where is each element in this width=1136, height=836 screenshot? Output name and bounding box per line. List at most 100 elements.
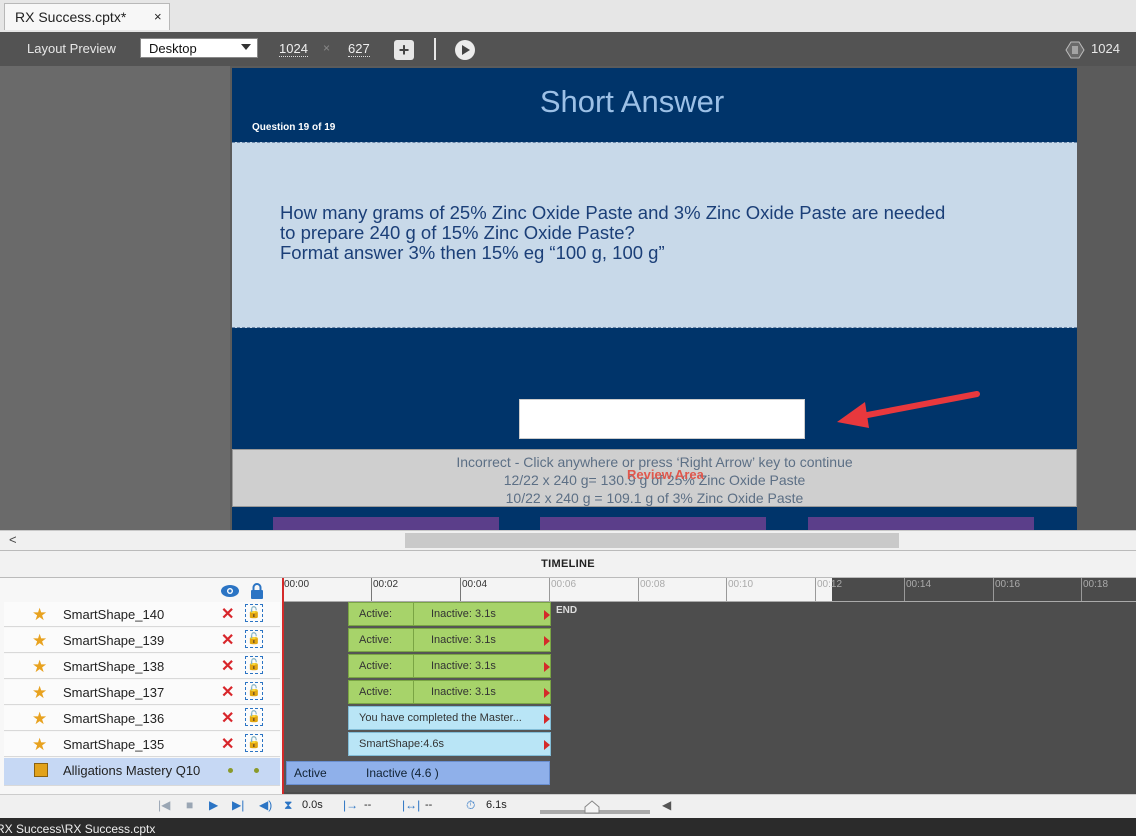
move-playhead-icon[interactable]: |→	[343, 798, 358, 812]
slide-icon	[34, 763, 48, 777]
document-tab[interactable]: RX Success.cptx* ×	[4, 3, 170, 30]
layer-row[interactable]: ★ SmartShape_136 ✕ 🔓	[4, 706, 280, 731]
ruler-tick: 00:06	[551, 579, 577, 590]
bar-active-label: Active:	[359, 660, 393, 672]
layout-toolbar: Layout Preview Desktop 1024 × 627 + 1024	[0, 32, 1136, 66]
stage-horizontal-scrollbar[interactable]: <	[0, 530, 1136, 550]
bar-active-label: Active:	[359, 686, 393, 698]
question-box[interactable]: How many grams of 25% Zinc Oxide Paste a…	[232, 142, 1077, 328]
eye-icon[interactable]	[220, 584, 240, 598]
bar-inactive-label: Inactive: 3.1s	[431, 608, 496, 620]
slide-button-1[interactable]	[273, 517, 499, 530]
layer-row[interactable]: ★ SmartShape_140 ✕ 🔓	[4, 602, 280, 627]
star-icon: ★	[32, 605, 48, 624]
timeline-bar[interactable]: Active: Inactive: 3.1s	[348, 602, 551, 626]
play-icon[interactable]	[455, 40, 475, 60]
unlock-icon[interactable]: 🔓	[245, 604, 263, 622]
timeline-controls: |◀ ■ ▶ ▶| ◀) ⧗ 0.0s |→ -- |↔| -- ⏱ 6.1s …	[0, 794, 1136, 818]
hide-x-icon[interactable]: ✕	[221, 656, 234, 676]
layer-name: SmartShape_139	[63, 633, 165, 648]
rewind-icon[interactable]: |◀	[158, 798, 170, 812]
slide-title[interactable]: Short Answer	[232, 84, 1032, 120]
lock-icon[interactable]	[250, 583, 264, 599]
scroll-left-icon[interactable]: <	[9, 532, 17, 547]
document-tab-title: RX Success.cptx*	[15, 9, 127, 25]
forward-icon[interactable]: ▶|	[232, 798, 244, 812]
unlock-icon[interactable]: 🔓	[245, 734, 263, 752]
ruler-tick: 00:08	[640, 579, 666, 590]
layer-row[interactable]: ★ SmartShape_137 ✕ 🔓	[4, 680, 280, 705]
bar-label: SmartShape:4.6s	[359, 738, 444, 750]
bar-inactive-label: Inactive: 3.1s	[431, 686, 496, 698]
slide-layer-row[interactable]: Alligations Mastery Q10	[4, 758, 280, 786]
bar-active-label: Active:	[359, 634, 393, 646]
status-bar: RX Success\RX Success.cptx	[0, 818, 1136, 836]
play-icon[interactable]: ▶	[209, 798, 218, 812]
question-text: How many grams of 25% Zinc Oxide Paste a…	[280, 203, 1020, 263]
timeline-bar[interactable]: Active: Inactive: 3.1s	[348, 680, 551, 704]
file-path: RX Success\RX Success.cptx	[0, 822, 156, 836]
ruler-tick: 00:04	[462, 579, 488, 590]
close-tab-icon[interactable]: ×	[154, 9, 162, 24]
red-arrow-annotation-icon	[837, 391, 980, 428]
star-icon: ★	[32, 735, 48, 754]
timeline-bar[interactable]: Active: Inactive: 3.1s	[348, 654, 551, 678]
breakpoint-value: 1024	[1091, 41, 1120, 56]
hide-x-icon[interactable]: ✕	[221, 604, 234, 624]
review-area-label: Review Area	[627, 467, 704, 482]
ruler-tick: 00:16	[995, 579, 1021, 590]
visibility-dot-icon[interactable]	[228, 768, 233, 773]
add-breakpoint-button[interactable]: +	[394, 40, 414, 60]
ruler-tick: 00:12	[817, 579, 843, 590]
unlock-icon[interactable]: 🔓	[245, 656, 263, 674]
total-duration: 6.1s	[486, 799, 507, 811]
timeline-bar[interactable]: Active: Inactive: 3.1s	[348, 628, 551, 652]
device-select-value: Desktop	[149, 41, 197, 56]
layer-row[interactable]: ★ SmartShape_138 ✕ 🔓	[4, 654, 280, 679]
hide-x-icon[interactable]: ✕	[221, 682, 234, 702]
layer-name: SmartShape_135	[63, 737, 165, 752]
bar-active-label: Active	[294, 766, 327, 780]
width-field[interactable]: 1024	[279, 41, 308, 57]
playhead[interactable]	[282, 578, 284, 794]
in-time: --	[364, 799, 372, 811]
timeline-header: TIMELINE	[0, 550, 1136, 578]
unlock-icon[interactable]: 🔓	[245, 682, 263, 700]
timeline-title: TIMELINE	[541, 558, 595, 570]
audio-icon[interactable]: ◀)	[259, 798, 272, 812]
slide-timeline-bar[interactable]: Active Inactive (4.6 )	[286, 761, 550, 785]
question-line: Format answer 3% then 15% eg “100 g, 100…	[280, 242, 665, 263]
answer-input[interactable]	[519, 399, 805, 439]
device-select[interactable]: Desktop	[140, 38, 258, 58]
lock-dot-icon[interactable]	[254, 768, 259, 773]
feedback-caption[interactable]: Incorrect - Click anywhere or press ‘Rig…	[232, 449, 1077, 507]
unlock-icon[interactable]: 🔓	[245, 630, 263, 648]
slide-canvas[interactable]: Short Answer Question 19 of 19 How many …	[232, 68, 1077, 530]
slide-button-3[interactable]	[808, 517, 1034, 530]
layer-row[interactable]: ★ SmartShape_135 ✕ 🔓	[4, 732, 280, 757]
timeline-bar[interactable]: You have completed the Master...	[348, 706, 551, 730]
timeline-ruler[interactable]: 00:00 00:02 00:04 00:06 00:08 00:10 00:1…	[282, 578, 1136, 602]
stage-left-margin	[0, 66, 230, 530]
zoom-slider-thumb-icon[interactable]	[584, 800, 600, 814]
unlock-icon[interactable]: 🔓	[245, 708, 263, 726]
scrollbar-thumb[interactable]	[405, 533, 899, 548]
star-icon: ★	[32, 657, 48, 676]
hide-x-icon[interactable]: ✕	[221, 630, 234, 650]
height-field[interactable]: 627	[348, 41, 370, 57]
ruler-tick: 00:10	[728, 579, 754, 590]
star-icon: ★	[32, 631, 48, 650]
chevron-down-icon	[241, 44, 251, 50]
timeline-bar[interactable]: SmartShape:4.6s	[348, 732, 551, 756]
breakpoint-slider-handle-icon[interactable]	[1063, 40, 1085, 60]
question-counter[interactable]: Question 19 of 19	[252, 122, 335, 133]
bar-label: You have completed the Master...	[359, 712, 522, 724]
hide-x-icon[interactable]: ✕	[221, 734, 234, 754]
zoom-out-icon[interactable]: ◀	[662, 798, 671, 812]
hide-x-icon[interactable]: ✕	[221, 708, 234, 728]
slide-button-2[interactable]	[540, 517, 766, 530]
layer-row[interactable]: ★ SmartShape_139 ✕ 🔓	[4, 628, 280, 653]
ruler-tick: 00:02	[373, 579, 399, 590]
bar-active-label: Active:	[359, 608, 393, 620]
stop-icon[interactable]: ■	[186, 798, 193, 812]
